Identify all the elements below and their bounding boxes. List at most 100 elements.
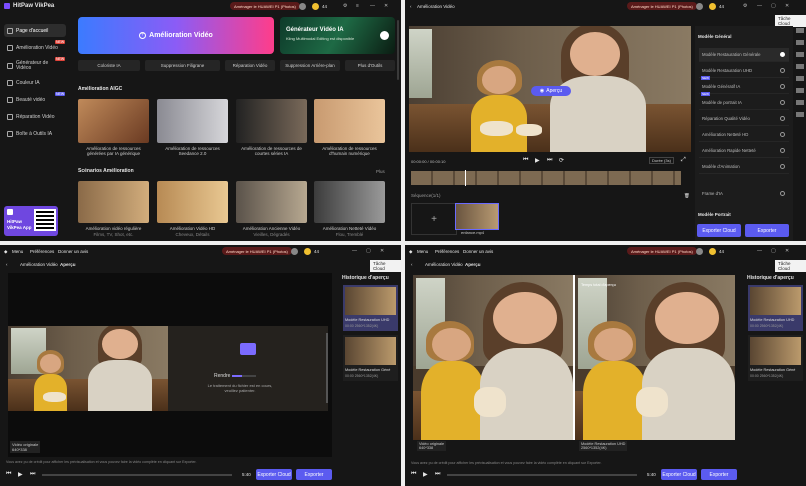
menu-preferences[interactable]: Préférences bbox=[30, 249, 54, 254]
back-arrow-icon[interactable]: ‹ bbox=[6, 262, 8, 267]
add-clip-button[interactable]: + bbox=[411, 203, 457, 235]
export-cloud-button[interactable]: Exporter Cloud bbox=[661, 469, 697, 480]
export-button[interactable]: Exporter bbox=[296, 469, 332, 480]
scenario-card-thumb[interactable] bbox=[314, 181, 385, 223]
prev-icon[interactable]: ⏮ bbox=[6, 471, 11, 478]
cloud-task-button[interactable]: Tâche Cloud bbox=[370, 260, 401, 272]
minimize-icon[interactable]: — bbox=[757, 3, 762, 9]
tool-colorist[interactable]: Coloriste IA bbox=[78, 60, 140, 71]
preview-button[interactable]: ◉ Aperçu bbox=[531, 86, 571, 96]
settings-icon[interactable]: ⚙ bbox=[343, 3, 347, 9]
clip-thumbnail[interactable] bbox=[455, 203, 499, 230]
seek-bar[interactable] bbox=[447, 474, 637, 476]
trash-icon[interactable]: 🗑 bbox=[684, 193, 690, 199]
promo-banner[interactable]: Aménager le HUAWEI P1 (Photos) bbox=[627, 247, 697, 255]
zoom-slider[interactable] bbox=[326, 333, 328, 403]
filmstrip[interactable] bbox=[411, 171, 681, 185]
scenario-card-thumb[interactable] bbox=[157, 181, 228, 223]
play-icon[interactable]: ▶ bbox=[423, 471, 428, 478]
prev-icon[interactable]: ⏮ bbox=[411, 471, 416, 478]
tool-more[interactable]: Plus d'Outils bbox=[345, 60, 395, 71]
tool-bg-removal[interactable]: Suppression Arrière-plan bbox=[280, 60, 340, 71]
tool-video-repair[interactable]: Réparation Vidéo bbox=[225, 60, 275, 71]
cloud-task-button[interactable]: Tâche Cloud bbox=[775, 260, 806, 272]
scenario-card-thumb[interactable] bbox=[78, 181, 149, 223]
hero-video-generator[interactable]: Générateur Vidéo IA Kling Multimodal Edi… bbox=[280, 17, 395, 54]
next-icon[interactable]: ⏭ bbox=[435, 471, 440, 478]
model-option-portrait[interactable]: Modèle de portrait IA bbox=[699, 96, 789, 110]
playhead[interactable] bbox=[465, 170, 466, 186]
model-option-uhd[interactable]: Modèle Restauration UHD bbox=[699, 64, 789, 78]
aigc-card-thumb[interactable] bbox=[314, 99, 385, 143]
sidebar-item-color-ai[interactable]: Couleur IA bbox=[4, 76, 66, 89]
play-icon[interactable]: ▶ bbox=[535, 157, 540, 164]
export-button[interactable]: Exporter bbox=[745, 224, 789, 237]
minimize-icon[interactable]: — bbox=[757, 248, 762, 254]
history-item[interactable]: Modèle Restauration Géné 00:00 2560*1352… bbox=[748, 335, 803, 381]
history-item[interactable]: Modèle Restauration Géné 00:00 2560*1352… bbox=[343, 335, 398, 381]
loop-icon[interactable]: ⟳ bbox=[559, 157, 564, 164]
tool-watermark-removal[interactable]: Suppression Filigrane bbox=[145, 60, 220, 71]
fullscreen-icon[interactable]: ⤢ bbox=[681, 157, 686, 164]
avatar[interactable] bbox=[299, 3, 306, 10]
export-cloud-button[interactable]: Exporter Cloud bbox=[697, 224, 741, 237]
app-download-card[interactable]: HitPaw VikPea App bbox=[4, 206, 58, 236]
tool-strip[interactable] bbox=[796, 28, 804, 118]
aigc-card-thumb[interactable] bbox=[78, 99, 149, 143]
settings-icon[interactable]: ⚙ bbox=[743, 3, 747, 9]
scenario-card-thumb[interactable] bbox=[236, 181, 307, 223]
model-option-repair[interactable]: Réparation Qualité Vidéo bbox=[699, 112, 789, 126]
sidebar-item-repair[interactable]: Réparation Vidéo bbox=[4, 110, 66, 123]
aigc-card-thumb[interactable] bbox=[157, 99, 228, 143]
avatar[interactable] bbox=[696, 3, 703, 10]
aigc-card-label: Amélioration de ressources de courtes sé… bbox=[241, 146, 302, 156]
next-icon[interactable]: ⏭ bbox=[30, 471, 35, 478]
back-arrow-icon[interactable]: ‹ bbox=[410, 4, 412, 9]
scrollbar[interactable] bbox=[397, 20, 399, 80]
promo-banner[interactable]: Aménager le HUAWEI P1 (Photos) bbox=[627, 2, 697, 10]
menu-preferences[interactable]: Préférences bbox=[435, 249, 459, 254]
model-option-generative[interactable]: Modèle Génératif IA bbox=[699, 80, 789, 94]
sidebar-item-toolbox[interactable]: Boîte à Outils IA bbox=[4, 127, 66, 140]
back-arrow-icon[interactable]: ‹ bbox=[411, 262, 413, 267]
close-icon[interactable]: ✕ bbox=[785, 248, 789, 254]
menu-icon[interactable]: ≡ bbox=[356, 3, 359, 9]
avatar[interactable] bbox=[291, 248, 298, 255]
promo-banner[interactable]: Aménager le HUAWEI P1 (Photos) bbox=[230, 2, 300, 10]
model-option-sharpen-hd[interactable]: Amélioration Netteté HD bbox=[699, 128, 789, 142]
prev-frame-icon[interactable]: ⏮ bbox=[523, 157, 528, 164]
menu-feedback[interactable]: Donner un avis bbox=[58, 249, 88, 254]
breadcrumb-root[interactable]: Amélioration Vidéo bbox=[425, 262, 463, 267]
sidebar-item-home[interactable]: Page d'accueil bbox=[4, 24, 66, 37]
duration-select[interactable]: Durée (3s) bbox=[649, 157, 674, 164]
history-item[interactable]: Modèle Restauration UHD 00:00 2560*1352(… bbox=[748, 285, 803, 331]
next-frame-icon[interactable]: ⏭ bbox=[547, 157, 552, 164]
menu-menu[interactable]: Menu bbox=[12, 249, 23, 254]
close-icon[interactable]: ✕ bbox=[380, 248, 384, 254]
export-button[interactable]: Exporter bbox=[701, 469, 737, 480]
compare-divider[interactable] bbox=[573, 275, 575, 440]
menu-menu[interactable]: Menu bbox=[417, 249, 428, 254]
model-option-fast-sharpen[interactable]: Amélioration Rapide Netteté bbox=[699, 144, 789, 158]
hero-video-enhance[interactable]: + Amélioration Vidéo bbox=[78, 17, 274, 54]
close-icon[interactable]: ✕ bbox=[785, 3, 789, 9]
maximize-icon[interactable]: ▢ bbox=[771, 248, 776, 254]
minimize-icon[interactable]: — bbox=[370, 3, 375, 9]
model-option-animation[interactable]: Modèle d'Animation bbox=[699, 160, 789, 174]
frame-ai-option[interactable]: Frame d'IA bbox=[699, 186, 789, 200]
close-icon[interactable]: ✕ bbox=[384, 3, 388, 9]
more-link[interactable]: Plus bbox=[376, 169, 385, 174]
minimize-icon[interactable]: — bbox=[352, 248, 357, 254]
model-option-general[interactable]: Modèle Restauration Générale bbox=[699, 48, 789, 62]
promo-banner[interactable]: Aménager le HUAWEI P1 (Photos) bbox=[222, 247, 292, 255]
breadcrumb-root[interactable]: Amélioration Vidéo bbox=[20, 262, 58, 267]
aigc-card-thumb[interactable] bbox=[236, 99, 307, 143]
avatar[interactable] bbox=[696, 248, 703, 255]
play-icon[interactable]: ▶ bbox=[18, 471, 23, 478]
export-cloud-button[interactable]: Exporter Cloud bbox=[256, 469, 292, 480]
maximize-icon[interactable]: ▢ bbox=[366, 248, 371, 254]
maximize-icon[interactable]: ▢ bbox=[771, 3, 776, 9]
history-item[interactable]: Modèle Restauration UHD 00:00 2560*1352(… bbox=[343, 285, 398, 331]
seek-bar[interactable] bbox=[42, 474, 232, 476]
menu-feedback[interactable]: Donner un avis bbox=[463, 249, 493, 254]
